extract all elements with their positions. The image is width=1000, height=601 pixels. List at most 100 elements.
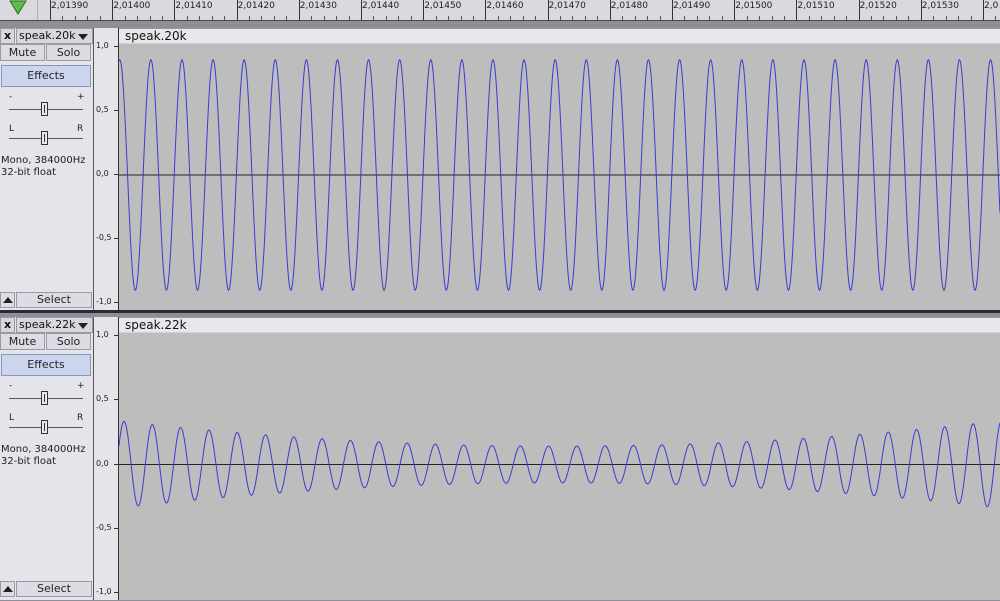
ruler-label: 2,01410 bbox=[175, 1, 213, 11]
ruler-label: 2,01460 bbox=[486, 1, 524, 11]
ruler-minor-tick bbox=[410, 16, 412, 20]
mute-button[interactable]: Mute bbox=[0, 333, 45, 350]
ruler-minor-tick bbox=[560, 16, 562, 20]
ruler-minor-tick bbox=[137, 16, 139, 20]
select-track-button[interactable]: Select bbox=[16, 292, 92, 308]
ruler-minor-tick bbox=[161, 16, 163, 20]
effects-button[interactable]: Effects bbox=[1, 65, 91, 87]
ruler-corner bbox=[0, 0, 38, 20]
collapse-track-icon[interactable] bbox=[0, 292, 15, 308]
scale-tick bbox=[114, 463, 118, 465]
ruler-minor-tick bbox=[871, 16, 873, 20]
ruler-minor-tick bbox=[323, 16, 325, 20]
play-head-triangle-icon[interactable] bbox=[6, 0, 30, 16]
close-track-button[interactable]: x bbox=[0, 317, 15, 333]
gain-slider-thumb[interactable] bbox=[41, 391, 48, 405]
scale-tick bbox=[114, 592, 118, 593]
ruler-minor-tick bbox=[460, 16, 462, 20]
waveform[interactable] bbox=[119, 29, 1000, 311]
gain-slider[interactable] bbox=[9, 390, 83, 406]
track-sample-rate: Mono, 384000Hz bbox=[1, 444, 86, 455]
audio-track[interactable]: x speak.22k Mute Solo Effects - + L R Mo… bbox=[0, 317, 1000, 600]
pan-slider[interactable] bbox=[9, 419, 83, 435]
scale-tick bbox=[114, 46, 118, 47]
pan-slider[interactable] bbox=[9, 130, 83, 146]
clip-header[interactable]: speak.22k bbox=[119, 318, 1000, 333]
ruler-minor-tick bbox=[497, 16, 499, 20]
chevron-down-icon bbox=[78, 34, 88, 40]
solo-button[interactable]: Solo bbox=[46, 44, 91, 61]
ruler-minor-tick bbox=[99, 16, 101, 20]
ruler-minor-tick bbox=[846, 16, 848, 20]
ruler-minor-tick bbox=[373, 16, 375, 20]
chevron-down-icon bbox=[78, 323, 88, 329]
ruler-minor-tick bbox=[908, 16, 910, 20]
vertical-scale[interactable]: 1,0 0,5 0,0 -0,5 -1,0 bbox=[94, 317, 119, 600]
scale-label: 0,0 bbox=[96, 169, 109, 178]
ruler-minor-tick bbox=[124, 16, 126, 20]
ruler-minor-tick bbox=[783, 16, 785, 20]
scale-tick bbox=[114, 527, 118, 529]
collapse-track-icon[interactable] bbox=[0, 581, 15, 597]
solo-button[interactable]: Solo bbox=[46, 333, 91, 350]
ruler-minor-tick bbox=[311, 16, 313, 20]
ruler-minor-tick bbox=[510, 16, 512, 20]
ruler-minor-tick bbox=[709, 16, 711, 20]
track-name-menu[interactable]: speak.22k bbox=[16, 317, 93, 333]
scale-label: 0,5 bbox=[96, 394, 109, 404]
track-control-panel: x speak.20k Mute Solo Effects - + L R Mo… bbox=[0, 28, 94, 310]
ruler-minor-tick bbox=[186, 16, 188, 20]
pan-slider-thumb[interactable] bbox=[41, 131, 48, 145]
ruler-minor-tick bbox=[634, 16, 636, 20]
ruler-label: 2,01480 bbox=[610, 1, 649, 11]
waveform[interactable] bbox=[119, 318, 1000, 601]
ruler-minor-tick bbox=[808, 16, 810, 20]
ruler-minor-tick bbox=[211, 16, 213, 20]
scale-tick bbox=[114, 238, 118, 239]
audio-track[interactable]: x speak.20k Mute Solo Effects - + L R Mo… bbox=[0, 28, 1000, 310]
effects-button[interactable]: Effects bbox=[1, 354, 91, 376]
ruler-minor-tick bbox=[448, 16, 450, 20]
scale-tick bbox=[114, 399, 118, 401]
ruler-minor-tick bbox=[572, 16, 574, 20]
ruler-minor-tick bbox=[286, 16, 288, 20]
close-track-button[interactable]: x bbox=[0, 28, 15, 44]
pan-slider-thumb[interactable] bbox=[41, 420, 48, 434]
ruler-label: 2,01470 bbox=[548, 1, 586, 11]
mute-button[interactable]: Mute bbox=[0, 44, 45, 61]
clip-header[interactable]: speak.20k bbox=[119, 29, 1000, 44]
timeline-ruler[interactable]: 2,01390 2,01400 2,01410 2,01420 2,01430 2,014… bbox=[0, 0, 1000, 21]
ruler-minor-tick bbox=[74, 16, 76, 20]
ruler-minor-tick bbox=[970, 16, 972, 20]
ruler-minor-tick bbox=[945, 16, 947, 20]
gain-slider-thumb[interactable] bbox=[41, 102, 48, 116]
track-sample-format: 32-bit float bbox=[1, 456, 57, 467]
ruler-label: 2,0 bbox=[984, 1, 999, 11]
scale-label: -1,0 bbox=[96, 587, 112, 596]
ruler-minor-tick bbox=[224, 16, 226, 20]
ruler-minor-tick bbox=[622, 16, 624, 20]
select-track-button[interactable]: Select bbox=[16, 581, 92, 597]
track-separator bbox=[0, 310, 1000, 313]
scale-label: 0,0 bbox=[96, 458, 109, 468]
scale-tick bbox=[114, 335, 118, 336]
scale-tick bbox=[114, 110, 118, 111]
ruler-minor-tick bbox=[435, 16, 437, 20]
ruler-minor-tick bbox=[833, 16, 835, 20]
ruler-minor-tick bbox=[958, 16, 960, 20]
track-name-label: speak.20k bbox=[19, 29, 76, 42]
ruler-label: 2,01430 bbox=[299, 1, 338, 11]
ruler-minor-tick bbox=[684, 16, 686, 20]
track-name-menu[interactable]: speak.20k bbox=[16, 28, 93, 44]
ruler-minor-tick bbox=[771, 16, 773, 20]
ruler-minor-tick bbox=[535, 16, 537, 20]
ruler-minor-tick bbox=[995, 16, 997, 20]
waveform-clip[interactable]: speak.22k bbox=[119, 317, 1000, 600]
ruler-minor-tick bbox=[62, 16, 64, 20]
track-control-panel: x speak.22k Mute Solo Effects - + L R Mo… bbox=[0, 317, 94, 600]
ruler-minor-tick bbox=[883, 16, 885, 20]
gain-slider[interactable] bbox=[9, 101, 83, 117]
vertical-scale[interactable]: 1,0 0,5 0,0 -0,5 -1,0 bbox=[94, 28, 119, 310]
ruler-minor-tick bbox=[759, 16, 761, 20]
waveform-clip[interactable]: speak.20k bbox=[119, 28, 1000, 310]
